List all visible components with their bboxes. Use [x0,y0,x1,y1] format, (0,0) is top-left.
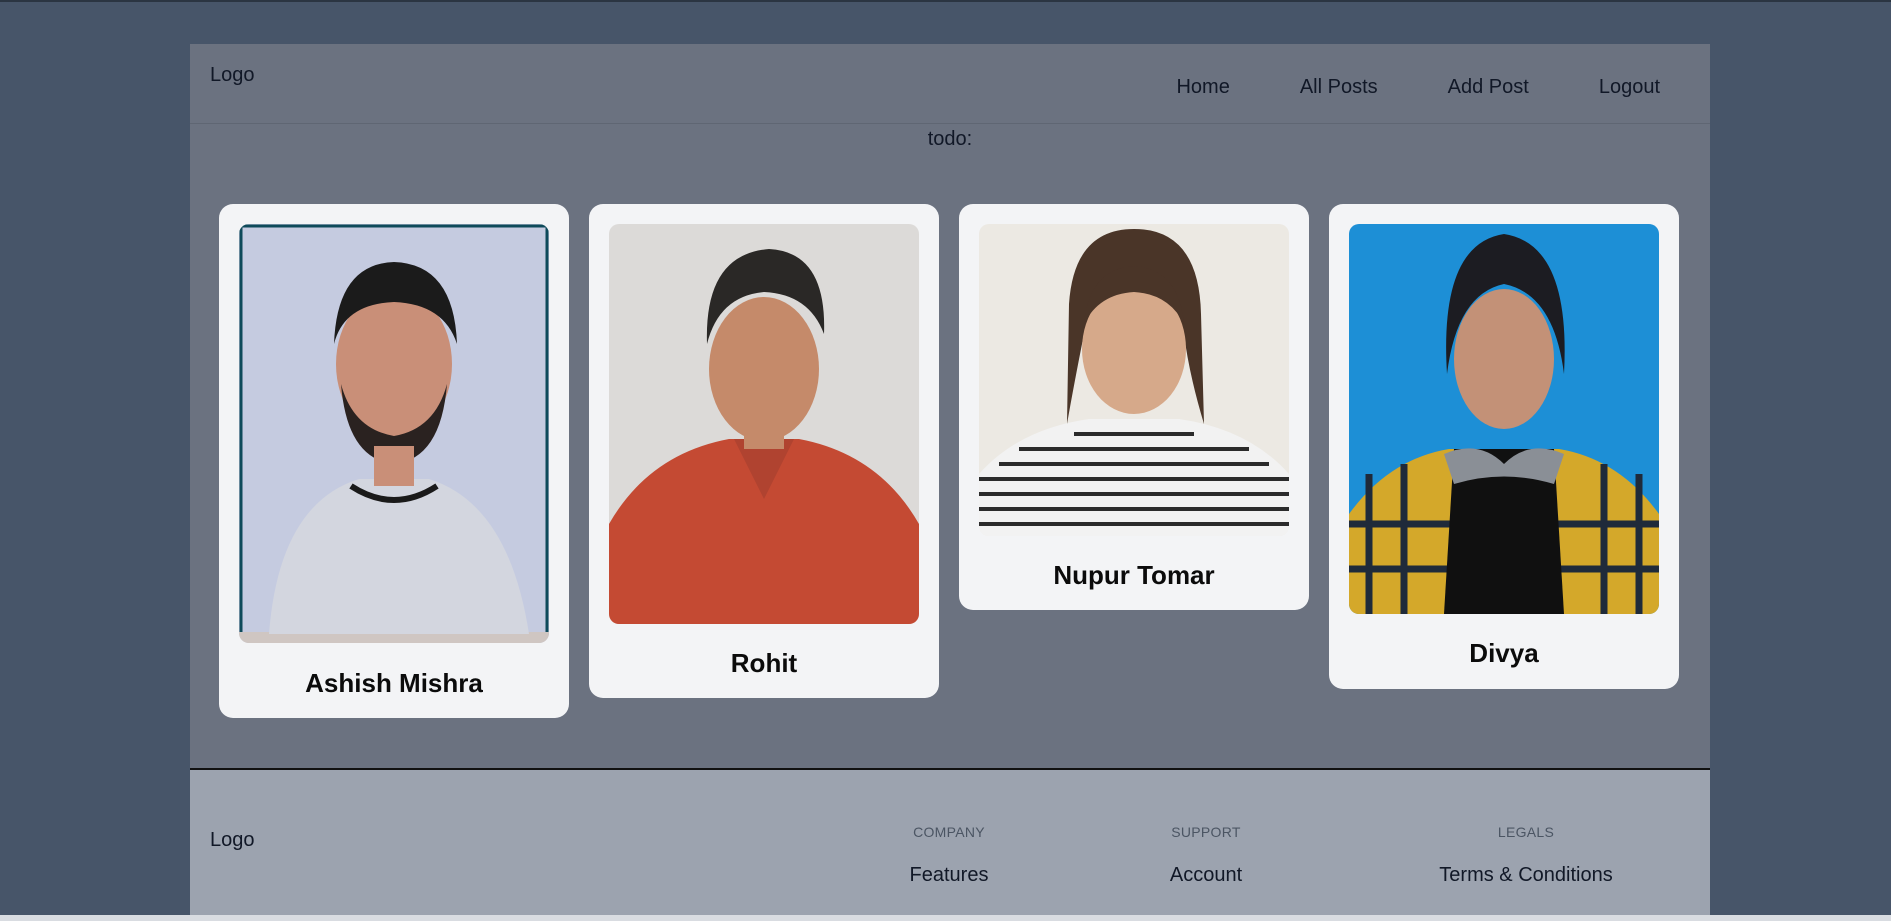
todo-text: todo: [927,128,973,150]
footer-heading-support: SUPPORT [1171,824,1241,840]
post-card-title: Nupur Tomar [1053,560,1215,590]
post-card[interactable]: Ashish Mishra [219,204,569,718]
post-photo [609,224,919,624]
header-logo[interactable]: Logo [210,64,255,87]
window-top-border [0,0,1891,2]
site-header: Logo Home All Posts Add Post Logout [190,44,1710,124]
site-footer: Logo COMPANY Features SUPPORT Account LE… [190,768,1710,915]
post-photo [239,224,549,643]
nav-home-link[interactable]: Home [1166,70,1239,105]
post-card-title: Divya [1469,638,1539,668]
post-card[interactable]: Rohit [589,204,939,698]
main-nav: Home All Posts Add Post Logout [1166,70,1710,105]
footer-link-features[interactable]: Features [910,864,989,887]
footer-heading-legals: LEGALS [1497,824,1555,840]
footer-heading-company: COMPANY [913,824,985,840]
footer-logo[interactable]: Logo [210,829,255,852]
post-card[interactable]: Divya [1329,204,1679,689]
post-photo [1349,224,1659,614]
footer-link-account[interactable]: Account [1170,864,1242,887]
nav-all-posts-link[interactable]: All Posts [1290,70,1388,105]
window-bottom-border [0,915,1891,921]
post-card[interactable]: Nupur Tomar [959,204,1309,610]
post-photo [979,224,1289,536]
nav-logout-link[interactable]: Logout [1589,70,1670,105]
post-card-title: Rohit [730,648,798,678]
page-container: Logo Home All Posts Add Post Logout todo… [190,44,1710,915]
nav-add-post-link[interactable]: Add Post [1438,70,1539,105]
footer-link-terms[interactable]: Terms & Conditions [1439,864,1612,887]
post-card-title: Ashish Mishra [305,668,483,698]
